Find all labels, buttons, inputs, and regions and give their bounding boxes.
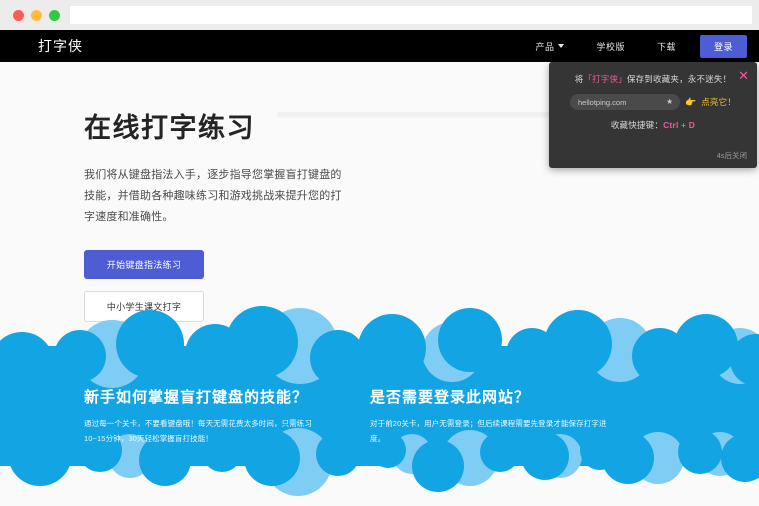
- bookmark-url-text: hellotping.com: [577, 97, 627, 107]
- close-icon[interactable]: ✕: [738, 69, 749, 82]
- navbar-links: 产品 学校版 下载 登录: [519, 34, 747, 58]
- bookmark-url-row: hellotping.com ★ 👉 点亮它！: [549, 94, 757, 110]
- star-icon[interactable]: ★: [666, 97, 673, 107]
- feature-title: 新手如何掌握盲打键盘的技能？: [84, 389, 309, 406]
- browser-window: 打字侠 产品 学校版 下载 登录 在线打字练习 我们将从键盘指法入手，逐步指导您…: [0, 0, 759, 506]
- cloud-feature-section: 新手如何掌握盲打键盘的技能？ 通过每一个关卡，不要看键盘哦！每天无需花费太多时间…: [0, 306, 759, 506]
- chevron-down-icon: [558, 44, 565, 48]
- bookmark-popup-title: 将「打字侠」保存到收藏夹，永不迷失！: [549, 62, 757, 85]
- maximize-window-button[interactable]: [49, 9, 60, 21]
- browser-address-bar[interactable]: [70, 6, 752, 24]
- nav-item-products-label: 产品: [535, 41, 555, 52]
- site-navbar: 打字侠 产品 学校版 下载 登录: [0, 30, 759, 62]
- nav-item-download[interactable]: 下载: [641, 40, 692, 53]
- hero-decoration-bar: [277, 112, 562, 116]
- nav-item-download-label: 下载: [656, 41, 676, 52]
- bookmark-shortcut: 收藏快捷键：Ctrl + D: [549, 119, 757, 131]
- window-controls: [13, 9, 60, 21]
- login-button[interactable]: 登录: [699, 34, 747, 58]
- pointing-hand-icon: 👉: [684, 96, 697, 107]
- bookmark-shortcut-key: Ctrl + D: [663, 120, 696, 130]
- bookmark-url-field[interactable]: hellotping.com ★: [569, 94, 680, 110]
- nav-item-school[interactable]: 学校版: [580, 40, 641, 53]
- feature-body: 通过每一个关卡，不要看键盘哦！每天无需花费太多时间，只需练习10~15分钟，30…: [84, 419, 312, 443]
- nav-item-school-label: 学校版: [596, 41, 625, 52]
- feature-body: 对于前20关卡，用户无需登录；但后续课程需要先登录才能保存打字进度。: [370, 419, 607, 443]
- hero-description: 我们将从键盘指法入手，逐步指导您掌握盲打键盘的技能，并借助各种趣味练习和游戏挑战…: [84, 169, 342, 223]
- start-practice-button[interactable]: 开始键盘指法练习: [84, 249, 204, 279]
- feature-columns: 新手如何掌握盲打键盘的技能？ 通过每一个关卡，不要看键盘哦！每天无需花费太多时间…: [84, 386, 684, 446]
- bookmark-popup: ✕ 将「打字侠」保存到收藏夹，永不迷失！ hellotping.com ★ 👉 …: [549, 62, 757, 168]
- feature-column: 是否需要登录此网站？ 对于前20关卡，用户无需登录；但后续课程需要先登录才能保存…: [370, 386, 612, 446]
- browser-chrome: [0, 0, 759, 30]
- site-logo[interactable]: 打字侠: [38, 36, 83, 56]
- minimize-window-button[interactable]: [31, 9, 42, 21]
- feature-title: 是否需要登录此网站？: [370, 389, 531, 406]
- feature-column: 新手如何掌握盲打键盘的技能？ 通过每一个关卡，不要看键盘哦！每天无需花费太多时间…: [84, 386, 326, 446]
- close-window-button[interactable]: [13, 9, 24, 21]
- bookmark-shortcut-label: 收藏快捷键：: [610, 120, 664, 130]
- page-viewport: 打字侠 产品 学校版 下载 登录 在线打字练习 我们将从键盘指法入手，逐步指导您…: [0, 30, 759, 506]
- popup-title-suffix: 保存到收藏夹，永不迷失！: [626, 74, 732, 84]
- bookmark-countdown: 4s后关闭: [716, 151, 747, 160]
- nav-item-products[interactable]: 产品: [519, 40, 580, 53]
- popup-title-brand: 「打字侠」: [583, 74, 627, 84]
- bookmark-hint-text: 点亮它！: [701, 97, 737, 107]
